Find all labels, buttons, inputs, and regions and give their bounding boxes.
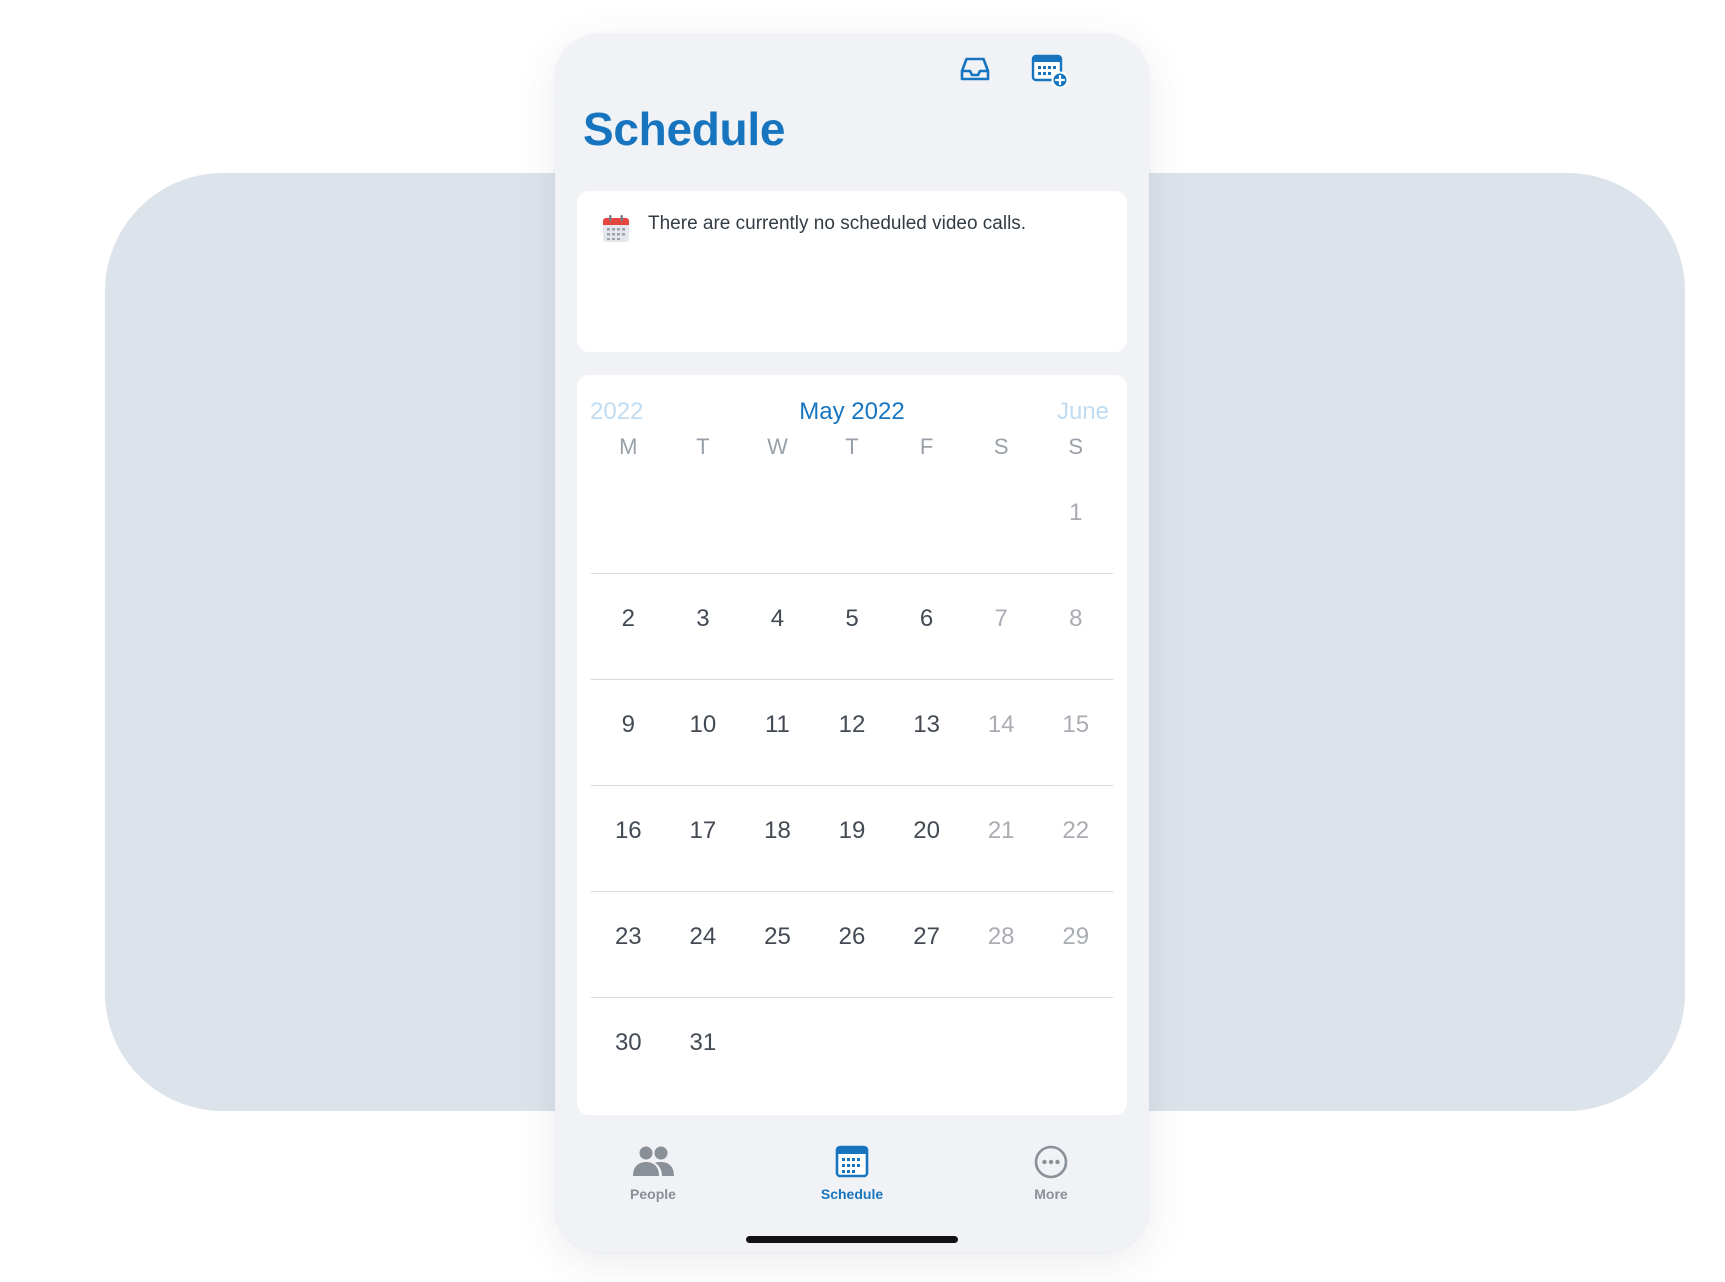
weekday-label: F [919, 434, 934, 459]
day-cell [964, 468, 1039, 573]
week-row: 2 3 4 5 6 7 8 [591, 574, 1113, 680]
day-cell[interactable]: 13 [889, 680, 964, 785]
calendar-icon [601, 214, 631, 244]
day-cell[interactable]: 24 [666, 892, 741, 997]
day-cell[interactable]: 12 [815, 680, 890, 785]
empty-schedule-notice: There are currently no scheduled video c… [577, 191, 1127, 352]
week-row: 16 17 18 19 20 21 22 [591, 786, 1113, 892]
weekday-header-row: M T W T F S S [591, 434, 1113, 460]
day-cell [889, 998, 964, 1104]
day-cell[interactable]: 15 [1038, 680, 1113, 785]
day-cell[interactable]: 10 [666, 680, 741, 785]
week-row: 23 24 25 26 27 28 29 [591, 892, 1113, 998]
day-cell [1038, 998, 1113, 1104]
weekday-label: S [1068, 434, 1084, 459]
calendar-add-icon[interactable] [1027, 48, 1069, 90]
day-cell[interactable]: 18 [740, 786, 815, 891]
day-cell[interactable]: 8 [1038, 574, 1113, 679]
day-cell [740, 468, 815, 573]
day-cell[interactable]: 6 [889, 574, 964, 679]
day-cell[interactable]: 21 [964, 786, 1039, 891]
day-cell[interactable]: 7 [964, 574, 1039, 679]
tab-label: People [630, 1186, 676, 1202]
tab-bar: People Schedule More [555, 1144, 1149, 1214]
day-cell[interactable]: 22 [1038, 786, 1113, 891]
day-cell[interactable]: 4 [740, 574, 815, 679]
day-cell [889, 468, 964, 573]
day-cell [815, 468, 890, 573]
day-cell[interactable]: 5 [815, 574, 890, 679]
day-cell[interactable]: 1 [1038, 468, 1113, 573]
day-cell [740, 998, 815, 1104]
day-cell [815, 998, 890, 1104]
day-cell[interactable]: 16 [591, 786, 666, 891]
more-icon [1029, 1144, 1073, 1180]
tab-label: More [1034, 1186, 1068, 1202]
inbox-icon[interactable] [954, 48, 996, 90]
people-icon [631, 1144, 675, 1180]
day-cell[interactable]: 2 [591, 574, 666, 679]
day-cell[interactable]: 14 [964, 680, 1039, 785]
day-cell[interactable]: 29 [1038, 892, 1113, 997]
calendar-header: May 2022 2022 June [577, 398, 1127, 428]
previous-month-button[interactable]: 2022 [590, 398, 643, 426]
day-cell[interactable]: 20 [889, 786, 964, 891]
day-cell[interactable]: 31 [666, 998, 741, 1104]
current-month-label: May 2022 [799, 398, 905, 425]
week-row: 1 [591, 468, 1113, 574]
tab-people[interactable]: People [593, 1144, 713, 1202]
day-cell[interactable]: 26 [815, 892, 890, 997]
day-cell[interactable]: 28 [964, 892, 1039, 997]
tab-label: Schedule [820, 1186, 884, 1202]
home-indicator[interactable] [746, 1236, 958, 1243]
notice-text: There are currently no scheduled video c… [648, 213, 1027, 234]
weekday-label: S [993, 434, 1009, 459]
day-cell[interactable]: 30 [591, 998, 666, 1104]
week-row: 30 31 [591, 998, 1113, 1104]
weekday-label: T [696, 434, 710, 459]
week-row: 9 10 11 12 13 14 15 [591, 680, 1113, 786]
day-cell[interactable]: 23 [591, 892, 666, 997]
page-title: Schedule [583, 103, 786, 155]
weekday-label: W [767, 434, 788, 459]
month-calendar: May 2022 2022 June M T W T F S S 1 2 3 4… [577, 375, 1127, 1115]
day-cell[interactable]: 3 [666, 574, 741, 679]
day-cell[interactable]: 19 [815, 786, 890, 891]
weekday-label: M [619, 434, 638, 459]
next-month-button[interactable]: June [1057, 398, 1109, 426]
tab-schedule[interactable]: Schedule [792, 1144, 912, 1202]
phone-screen: Schedule There are currently no schedule… [555, 34, 1149, 1252]
day-cell [964, 998, 1039, 1104]
tab-more[interactable]: More [991, 1144, 1111, 1202]
day-cell[interactable]: 25 [740, 892, 815, 997]
day-cell[interactable]: 11 [740, 680, 815, 785]
day-cell[interactable]: 9 [591, 680, 666, 785]
day-cell[interactable]: 27 [889, 892, 964, 997]
calendar-grid: 1 2 3 4 5 6 7 8 9 10 11 12 13 14 15 16 1… [591, 468, 1113, 1104]
calendar-icon [830, 1144, 874, 1180]
day-cell [591, 468, 666, 573]
day-cell[interactable]: 17 [666, 786, 741, 891]
day-cell [666, 468, 741, 573]
weekday-label: T [845, 434, 859, 459]
